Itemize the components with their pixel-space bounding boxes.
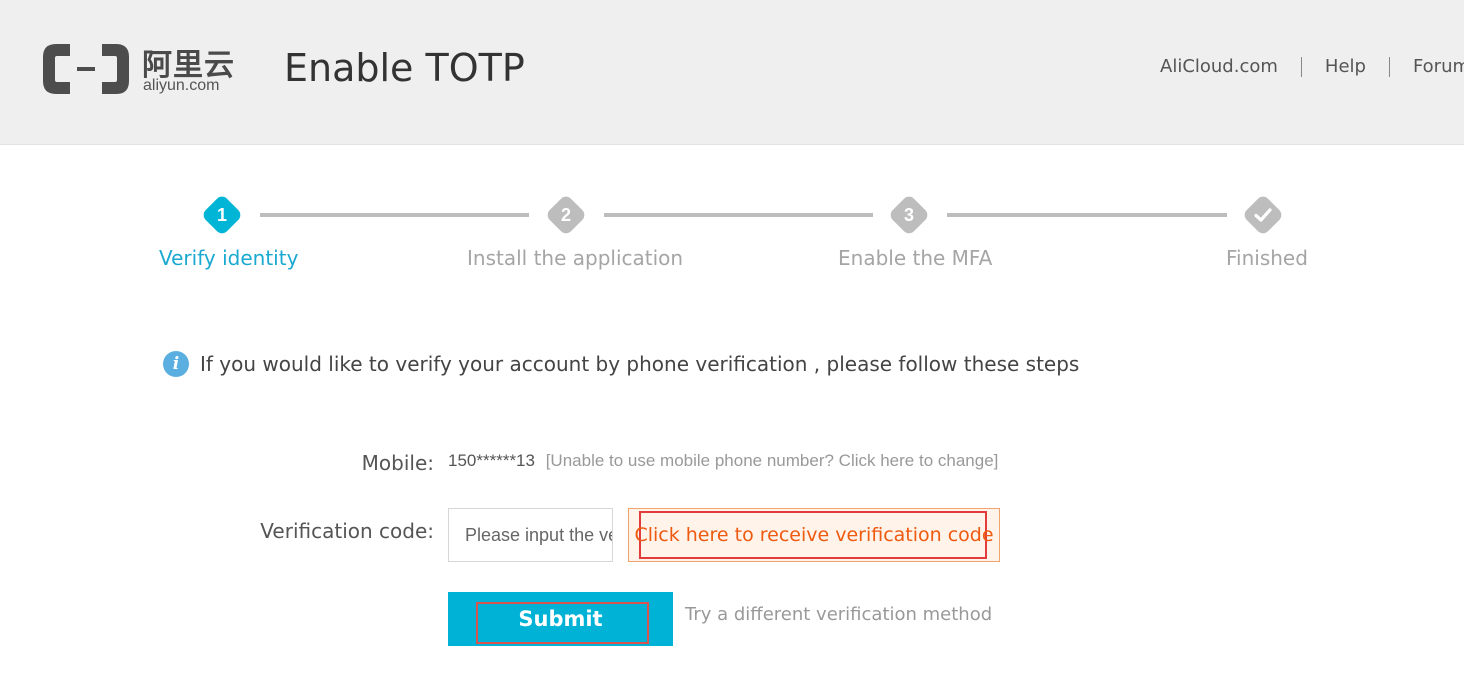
verification-code-label: Verification code: bbox=[260, 519, 434, 543]
top-header: 阿里云 aliyun.com Enable TOTP AliCloud.com … bbox=[0, 0, 1464, 145]
step-3-marker: 3 bbox=[886, 192, 932, 238]
step-connector bbox=[947, 213, 1227, 217]
step-connector bbox=[260, 213, 529, 217]
verification-code-input[interactable] bbox=[448, 508, 613, 562]
change-mobile-link[interactable]: [Unable to use mobile phone number? Clic… bbox=[546, 451, 999, 470]
step-2-number: 2 bbox=[560, 205, 571, 225]
submit-label: Submit bbox=[518, 607, 603, 631]
nav-link-alicloud[interactable]: AliCloud.com bbox=[1160, 56, 1278, 77]
get-verification-code-button[interactable]: Click here to receive verification code bbox=[628, 508, 1000, 562]
logo-domain-text: aliyun.com bbox=[143, 77, 220, 94]
step-connector bbox=[604, 213, 873, 217]
page-title: Enable TOTP bbox=[284, 46, 525, 90]
info-notice: i If you would like to verify your accou… bbox=[163, 351, 1079, 377]
info-icon: i bbox=[163, 351, 189, 377]
step-2-marker: 2 bbox=[543, 192, 589, 238]
mobile-number: 150******13 bbox=[448, 451, 535, 470]
step-1-marker: 1 bbox=[199, 192, 245, 238]
nav-divider bbox=[1388, 56, 1390, 77]
nav-link-help[interactable]: Help bbox=[1325, 56, 1366, 77]
step-1-label: Verify identity bbox=[159, 246, 299, 270]
info-text: If you would like to verify your account… bbox=[200, 352, 1080, 376]
mobile-label: Mobile: bbox=[361, 451, 434, 475]
nav-link-forum[interactable]: Forum bbox=[1413, 56, 1464, 77]
submit-button[interactable]: Submit bbox=[448, 592, 673, 646]
top-nav: AliCloud.com Help Forum bbox=[1160, 56, 1464, 77]
mobile-row: 150******13 [Unable to use mobile phone … bbox=[448, 451, 998, 471]
check-icon bbox=[1254, 208, 1272, 222]
logo-mark-icon bbox=[43, 44, 129, 94]
step-2-label: Install the application bbox=[467, 246, 684, 270]
alternate-verification-link[interactable]: Try a different verification method bbox=[685, 604, 992, 625]
step-4-label: Finished bbox=[1226, 246, 1308, 270]
nav-divider bbox=[1300, 56, 1302, 77]
get-code-label: Click here to receive verification code bbox=[634, 524, 994, 546]
step-3-number: 3 bbox=[903, 205, 914, 225]
step-1-number: 1 bbox=[216, 205, 227, 225]
aliyun-logo[interactable]: 阿里云 aliyun.com bbox=[40, 40, 240, 98]
step-4-marker bbox=[1240, 192, 1286, 238]
step-3-label: Enable the MFA bbox=[838, 246, 993, 270]
